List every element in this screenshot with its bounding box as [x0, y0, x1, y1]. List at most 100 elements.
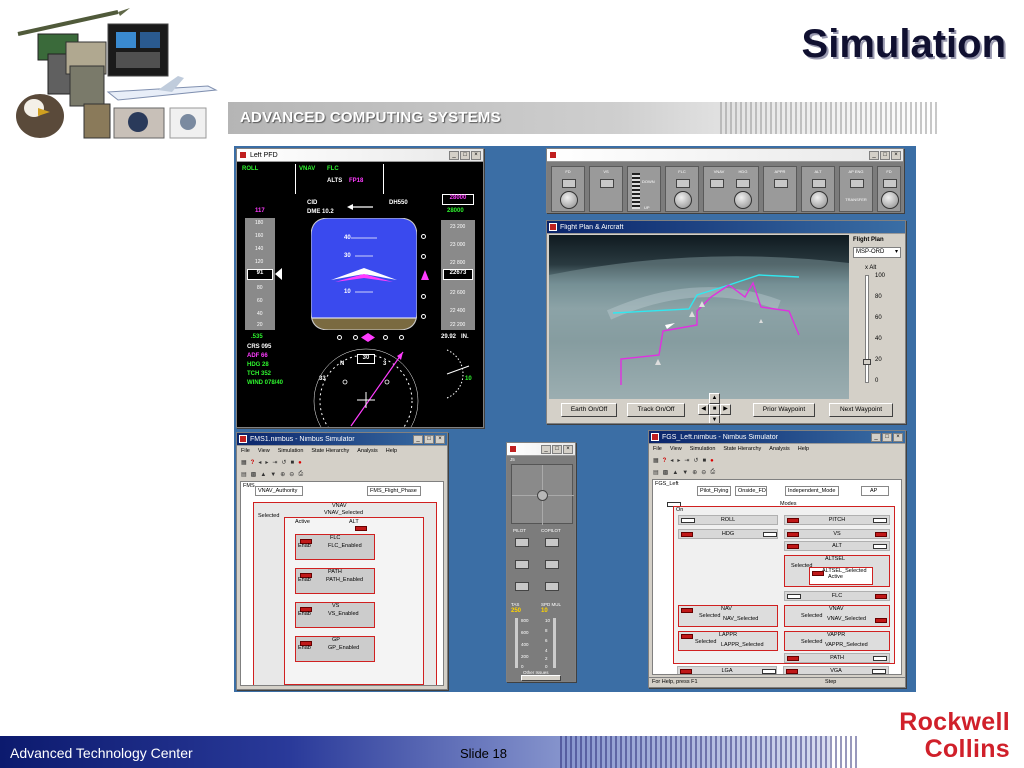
pitch-mode[interactable]: PITCH	[784, 515, 890, 525]
step-forward-icon[interactable]: ▸	[677, 457, 680, 464]
vs-state[interactable]: VS Enab VS_Enabled	[295, 602, 375, 628]
lappr-mode[interactable]: LAPPR Selected LAPPR_Selected	[678, 631, 778, 651]
help-icon[interactable]: ?	[663, 458, 667, 464]
close-button[interactable]: ×	[435, 434, 445, 444]
menu-file[interactable]: File	[241, 448, 250, 454]
roll-mode[interactable]: ROLL	[678, 515, 778, 525]
menu-file[interactable]: File	[653, 446, 662, 452]
on-state[interactable]: On Modes ROLL HDG PITCH VS ALT ALTSEL Se…	[673, 501, 895, 664]
vs-button[interactable]	[600, 179, 614, 188]
reset-icon[interactable]: ↺	[281, 459, 286, 466]
grid-icon[interactable]: ▩	[663, 469, 669, 476]
j5-titlebar[interactable]: _ □ ×	[507, 443, 575, 456]
flc-state[interactable]: FLC Enab FLC_Enabled	[295, 534, 375, 560]
next-waypoint-button[interactable]: Next Waypoint	[829, 403, 893, 417]
hdg-mode[interactable]: HDG	[678, 529, 778, 539]
altsel-mode[interactable]: ALTSEL Selected ALTSEL_Selected Active	[784, 555, 890, 587]
stop-icon[interactable]: ■	[702, 458, 706, 464]
maximize-button[interactable]: □	[552, 444, 562, 454]
fd-button-right[interactable]	[883, 179, 897, 188]
zoom-out-icon[interactable]: ⊖	[289, 471, 294, 478]
mcp-pitch-wheel[interactable]: DOWN UP	[627, 166, 661, 212]
fgs-state-canvas[interactable]: FGS_Left Pilot_Flying Onside_FD Independ…	[652, 479, 902, 675]
record-icon[interactable]: ●	[710, 458, 714, 464]
run-icon[interactable]: ⇥	[684, 457, 689, 464]
pan-right-button[interactable]: ▶	[720, 404, 731, 415]
ap-eng-button[interactable]	[850, 179, 864, 188]
tree-icon[interactable]: ▤	[241, 471, 247, 478]
joystick-area[interactable]	[511, 464, 574, 525]
menu-view[interactable]: View	[670, 446, 682, 452]
nav-mode[interactable]: NAV Selected NAV_Selected	[678, 605, 778, 627]
fms-flight-phase-state[interactable]: FMS_Flight_Phase	[367, 486, 421, 496]
record-icon[interactable]: ●	[298, 460, 302, 466]
step-back-icon[interactable]: ◂	[258, 459, 261, 466]
menu-simulation[interactable]: Simulation	[278, 448, 304, 454]
vappr-mode[interactable]: VAPPR Selected VAPPR_Selected	[784, 631, 890, 651]
close-button[interactable]: ×	[563, 444, 573, 454]
other-issues-button[interactable]	[521, 675, 561, 681]
joystick-handle[interactable]	[537, 490, 548, 501]
minimize-button[interactable]: _	[871, 432, 881, 442]
reset-icon[interactable]: ↺	[693, 457, 698, 464]
pan-down-button[interactable]: ▼	[709, 415, 720, 423]
copilot-ap-disc-button[interactable]	[545, 582, 559, 591]
crs-knob-right[interactable]	[881, 191, 899, 209]
stop-icon[interactable]: ■	[290, 460, 294, 466]
heading-knob[interactable]	[734, 191, 752, 209]
speed-knob[interactable]	[674, 191, 692, 209]
close-button[interactable]: ×	[893, 432, 903, 442]
ap-state[interactable]: AP	[861, 486, 889, 496]
close-button[interactable]: ×	[471, 150, 481, 160]
menu-analysis[interactable]: Analysis	[769, 446, 789, 452]
alt-mode[interactable]: ALT	[784, 541, 890, 551]
flc-button[interactable]	[676, 179, 690, 188]
alt-slider-thumb[interactable]	[863, 359, 871, 365]
document-icon[interactable]: ▦	[241, 459, 247, 466]
hdg-button[interactable]	[736, 179, 750, 188]
vnav-authority-state[interactable]: VNAV_Authority	[255, 486, 303, 496]
tree-icon[interactable]: ▤	[653, 469, 659, 476]
minimize-button[interactable]: _	[449, 150, 459, 160]
menu-view[interactable]: View	[258, 448, 270, 454]
flight-plan-select[interactable]: MSP-ORD ▾	[853, 247, 901, 258]
pilot-button[interactable]	[515, 538, 529, 547]
flc-mode[interactable]: FLC	[784, 591, 890, 601]
vnav-state[interactable]: VNAV VNAV_Selected Selected Active ALT F…	[253, 502, 437, 685]
vnav-button[interactable]	[710, 179, 724, 188]
minimize-button[interactable]: _	[541, 444, 551, 454]
maximize-button[interactable]: □	[882, 432, 892, 442]
path-mode[interactable]: PATH	[784, 653, 890, 663]
grid-icon[interactable]: ▩	[251, 471, 257, 478]
menu-help[interactable]: Help	[386, 448, 397, 454]
pitch-wheel[interactable]	[632, 173, 640, 209]
vnav-active-state[interactable]: Active ALT FLC Enab FLC_Enabled PATH Ena…	[284, 517, 424, 685]
lga-mode[interactable]: LGA	[677, 666, 777, 674]
alt-slider-track[interactable]	[865, 275, 869, 383]
maximize-button[interactable]: □	[424, 434, 434, 444]
down-icon[interactable]: ▼	[682, 470, 688, 476]
close-button[interactable]: ×	[891, 150, 901, 160]
maximize-button[interactable]: □	[880, 150, 890, 160]
fms-state-canvas[interactable]: FMS VNAV_Authority FMS_Flight_Phase VNAV…	[240, 481, 444, 686]
spd-mul-slider[interactable]	[553, 618, 556, 668]
help-icon[interactable]: ?	[251, 460, 255, 466]
copilot-button[interactable]	[545, 538, 559, 547]
crs-knob[interactable]	[560, 191, 578, 209]
zoom-in-icon[interactable]: ⊕	[280, 471, 285, 478]
altsel-selected-state[interactable]: ALTSEL_Selected Active	[809, 567, 873, 585]
path-state[interactable]: PATH Enab PATH_Enabled	[295, 568, 375, 594]
zoom-in-icon[interactable]: ⊕	[692, 469, 697, 476]
step-forward-icon[interactable]: ▸	[265, 459, 268, 466]
fd-button[interactable]	[562, 179, 576, 188]
pilot-flying-state[interactable]: Pilot_Flying	[697, 486, 731, 496]
pan-left-button[interactable]: ◀	[698, 404, 709, 415]
tas-slider[interactable]	[515, 618, 518, 668]
minimize-button[interactable]: _	[413, 434, 423, 444]
onside-fd-state[interactable]: Onside_FD	[735, 486, 767, 496]
copilot-ap-button[interactable]	[545, 560, 559, 569]
3d-earth-view[interactable]	[549, 235, 849, 399]
vnav-mode[interactable]: VNAV Selected VNAV_Selected	[784, 605, 890, 627]
left-pfd-titlebar[interactable]: Left PFD _ □ ×	[237, 149, 483, 162]
document-icon[interactable]: ▦	[653, 457, 659, 464]
